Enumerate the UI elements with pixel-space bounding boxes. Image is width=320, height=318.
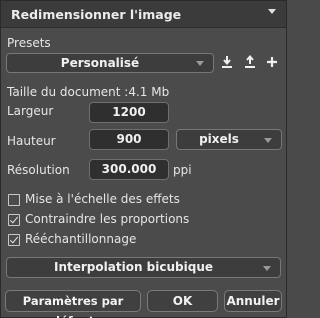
- interpolation-select[interactable]: Interpolation bicubique: [6, 257, 281, 278]
- download-preset-icon[interactable]: [221, 55, 233, 69]
- resize-image-panel: Redimensionner l'image Presets Personali…: [0, 0, 287, 318]
- chevron-down-icon: [263, 266, 271, 271]
- interpolation-selected-value: Interpolation bicubique: [54, 260, 213, 274]
- cancel-button[interactable]: Annuler: [224, 290, 282, 312]
- presets-label: Presets: [7, 36, 51, 50]
- panel-title: Redimensionner l'image: [11, 7, 182, 22]
- constrain-proportions-checkbox[interactable]: [8, 214, 20, 226]
- presets-select[interactable]: Personalisé: [6, 53, 214, 73]
- ok-button[interactable]: OK: [147, 290, 218, 312]
- resolution-input[interactable]: 300.000: [89, 159, 169, 180]
- constrain-proportions-label: Contraindre les proportions: [25, 212, 190, 226]
- document-size-value: 4.1 Mb: [128, 85, 170, 99]
- scale-effects-checkbox[interactable]: [8, 194, 20, 206]
- upload-preset-icon[interactable]: [244, 55, 256, 69]
- width-input[interactable]: 1200: [89, 102, 169, 123]
- height-input[interactable]: 900: [89, 129, 169, 150]
- resolution-unit: ppi: [173, 163, 192, 177]
- panel-header[interactable]: Redimensionner l'image: [1, 1, 286, 28]
- width-label: Largeur: [7, 104, 54, 118]
- presets-selected-value: Personalisé: [60, 56, 140, 70]
- height-label: Hauteur: [7, 134, 56, 148]
- collapse-arrow-icon[interactable]: [268, 9, 276, 14]
- unit-select[interactable]: pixels: [176, 129, 282, 150]
- resample-label: Rééchantillonnage: [25, 232, 137, 246]
- document-size-label: Taille du document :4.1 Mb: [7, 85, 170, 99]
- chevron-down-icon: [264, 138, 272, 143]
- resample-checkbox[interactable]: [8, 234, 20, 246]
- scale-effects-label: Mise à l'échelle des effets: [25, 192, 180, 206]
- chevron-down-icon: [196, 61, 204, 66]
- defaults-button[interactable]: Paramètres par défaut: [5, 290, 141, 318]
- unit-selected-value: pixels: [199, 132, 239, 146]
- resolution-label: Résolution: [7, 163, 70, 177]
- add-preset-icon[interactable]: [266, 56, 278, 68]
